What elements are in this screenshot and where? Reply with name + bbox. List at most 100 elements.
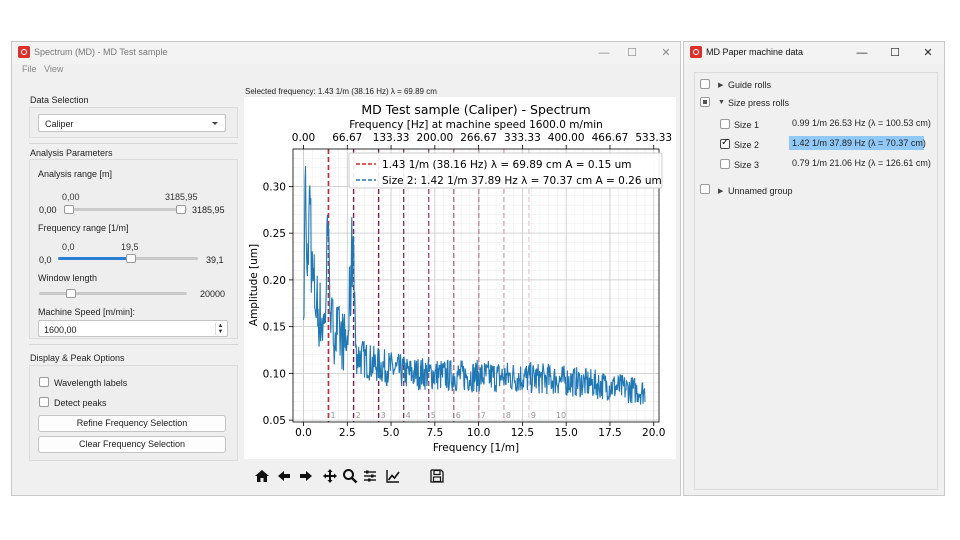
y-axis-label: Amplitude [um] — [248, 244, 260, 326]
machine-speed-label: Machine Speed [m/min]: — [38, 307, 136, 317]
selected-frequency-text: Selected frequency: 1.43 1/m (38.16 Hz) … — [245, 87, 437, 96]
x-tick-label: 12.5 — [511, 427, 534, 439]
detect-peaks-checkbox[interactable] — [39, 397, 49, 407]
close-button[interactable]: ✕ — [920, 45, 936, 61]
top-tick-label: 66.67 — [332, 132, 362, 144]
window-length-label: Window length — [38, 273, 98, 283]
range-high-handle[interactable] — [176, 205, 186, 214]
top-tick-label: 0.00 — [292, 132, 315, 144]
range-high-value: 3185,95 — [192, 205, 225, 215]
size-3-checkbox[interactable] — [720, 159, 730, 169]
top-axis-label: Frequency [Hz] at machine speed 1600.0 m… — [349, 119, 603, 131]
x-tick-label: 5.0 — [383, 427, 400, 439]
y-tick-label: 0.25 — [263, 228, 286, 240]
top-tick-label: 200.00 — [416, 132, 453, 144]
machine-speed-input[interactable]: 1600,00 ▲ ▼ — [38, 320, 228, 337]
tree-item-guide-rolls[interactable]: Guide rolls — [728, 80, 771, 90]
maximize-button[interactable]: ☐ — [624, 45, 640, 61]
forward-arrow-icon[interactable] — [298, 468, 314, 484]
collapse-arrow-icon[interactable]: ▼ — [718, 99, 725, 106]
edit-axes-icon[interactable] — [385, 468, 401, 484]
y-tick-label: 0.15 — [263, 322, 286, 334]
x-tick-label: 0.0 — [295, 427, 312, 439]
expand-arrow-icon[interactable]: ▶ — [718, 81, 723, 89]
y-tick-label: 0.10 — [263, 368, 286, 380]
spectrum-chart[interactable]: 1 2 3 4 5 6 7 8 9 10 0.0 2.5 5.0 7.5 10.0 12.5 15.0 17.5… — [244, 97, 676, 459]
tree-item-unnamed-group[interactable]: Unnamed group — [728, 186, 793, 196]
harmonic-label: 2 — [356, 411, 361, 420]
refine-frequency-button[interactable]: Refine Frequency Selection — [38, 415, 226, 432]
clear-frequency-button[interactable]: Clear Frequency Selection — [38, 436, 226, 453]
freq-top-b: 19,5 — [121, 242, 139, 252]
range-low-handle[interactable] — [64, 205, 74, 214]
minimize-button[interactable]: — — [596, 45, 612, 61]
x-tick-label: 17.5 — [598, 427, 621, 439]
freq-low-value: 0,0 — [39, 255, 52, 265]
size-press-rolls-checkbox[interactable] — [700, 97, 710, 107]
tree-item-size-3[interactable]: Size 3 — [734, 160, 759, 170]
top-tick-label: 466.67 — [592, 132, 629, 144]
tree-item-size-1[interactable]: Size 1 — [734, 120, 759, 130]
size-2-value: 1.42 1/m 37.89 Hz (λ = 70.37 cm) — [792, 138, 926, 148]
data-source-value: Caliper — [45, 119, 74, 129]
harmonic-label: 7 — [481, 411, 486, 420]
unnamed-group-checkbox[interactable] — [700, 184, 710, 194]
range-low-value: 0,00 — [39, 205, 57, 215]
window-title: Spectrum (MD) - MD Test sample — [34, 47, 168, 57]
divider — [29, 143, 238, 144]
harmonic-label: 8 — [506, 411, 511, 420]
title-bar: Spectrum (MD) - MD Test sample — ☐ ✕ — [12, 42, 680, 64]
top-tick-label: 133.33 — [373, 132, 410, 144]
x-tick-label: 15.0 — [554, 427, 577, 439]
menu-bar: File View — [12, 64, 680, 77]
freq-high-value: 39,1 — [206, 255, 224, 265]
legend-item-2: Size 2: 1.42 1/m 37.89 Hz λ = 70.37 cm A… — [382, 175, 662, 187]
size-2-checkbox[interactable]: ✓ — [720, 137, 730, 149]
maximize-button[interactable]: ☐ — [887, 45, 903, 61]
x-tick-label: 10.0 — [467, 427, 490, 439]
window-length-handle[interactable] — [66, 289, 76, 298]
expand-arrow-icon[interactable]: ▶ — [718, 187, 723, 195]
freq-slider-fill — [58, 257, 128, 260]
app-logo-icon — [18, 46, 30, 58]
size-1-value: 0.99 1/m 26.53 Hz (λ = 100.53 cm) — [792, 118, 931, 128]
divider — [29, 344, 238, 345]
chevron-down-icon — [212, 122, 218, 125]
size-1-checkbox[interactable] — [720, 119, 730, 129]
window-length-track — [39, 292, 187, 295]
x-tick-label: 20.0 — [642, 427, 665, 439]
y-tick-label: 0.05 — [263, 415, 286, 427]
app-logo-icon — [690, 46, 702, 58]
tree-item-size-2[interactable]: Size 2 — [734, 140, 759, 150]
menu-view[interactable]: View — [44, 64, 63, 74]
save-icon[interactable] — [429, 468, 445, 484]
tree-item-size-press-rolls[interactable]: Size press rolls — [728, 98, 789, 108]
spinner-arrows-icon[interactable]: ▲ ▼ — [215, 323, 225, 335]
menu-file[interactable]: File — [22, 64, 37, 74]
top-tick-label: 533.33 — [635, 132, 672, 144]
close-button[interactable]: ✕ — [658, 45, 674, 61]
data-source-dropdown[interactable]: Caliper — [38, 114, 226, 132]
subplots-config-icon[interactable] — [362, 468, 378, 484]
range-slider-track — [67, 208, 187, 211]
harmonic-label: 9 — [531, 411, 536, 420]
chart-legend: 1.43 1/m (38.16 Hz) λ = 69.89 cm A = 0.1… — [348, 152, 663, 189]
detect-peaks-label: Detect peaks — [54, 398, 107, 408]
analysis-range-label: Analysis range [m] — [38, 169, 113, 179]
minimize-button[interactable]: — — [854, 45, 870, 61]
size-3-value: 0.79 1/m 21.06 Hz (λ = 126.61 cm) — [792, 158, 931, 168]
pan-icon[interactable] — [322, 468, 338, 484]
machine-speed-value: 1600,00 — [44, 325, 77, 335]
zoom-icon[interactable] — [342, 468, 358, 484]
back-arrow-icon[interactable] — [276, 468, 292, 484]
home-icon[interactable] — [254, 468, 270, 484]
wavelength-labels-label: Wavelength labels — [54, 378, 128, 388]
guide-rolls-checkbox[interactable] — [700, 79, 710, 89]
wavelength-labels-checkbox[interactable] — [39, 377, 49, 387]
harmonic-label: 6 — [456, 411, 461, 420]
top-tick-label: 266.67 — [460, 132, 497, 144]
freq-top-a: 0,0 — [62, 242, 75, 252]
x-axis-label: Frequency [1/m] — [433, 442, 519, 454]
analysis-heading: Analysis Parameters — [30, 148, 113, 158]
freq-slider-handle[interactable] — [126, 254, 136, 263]
